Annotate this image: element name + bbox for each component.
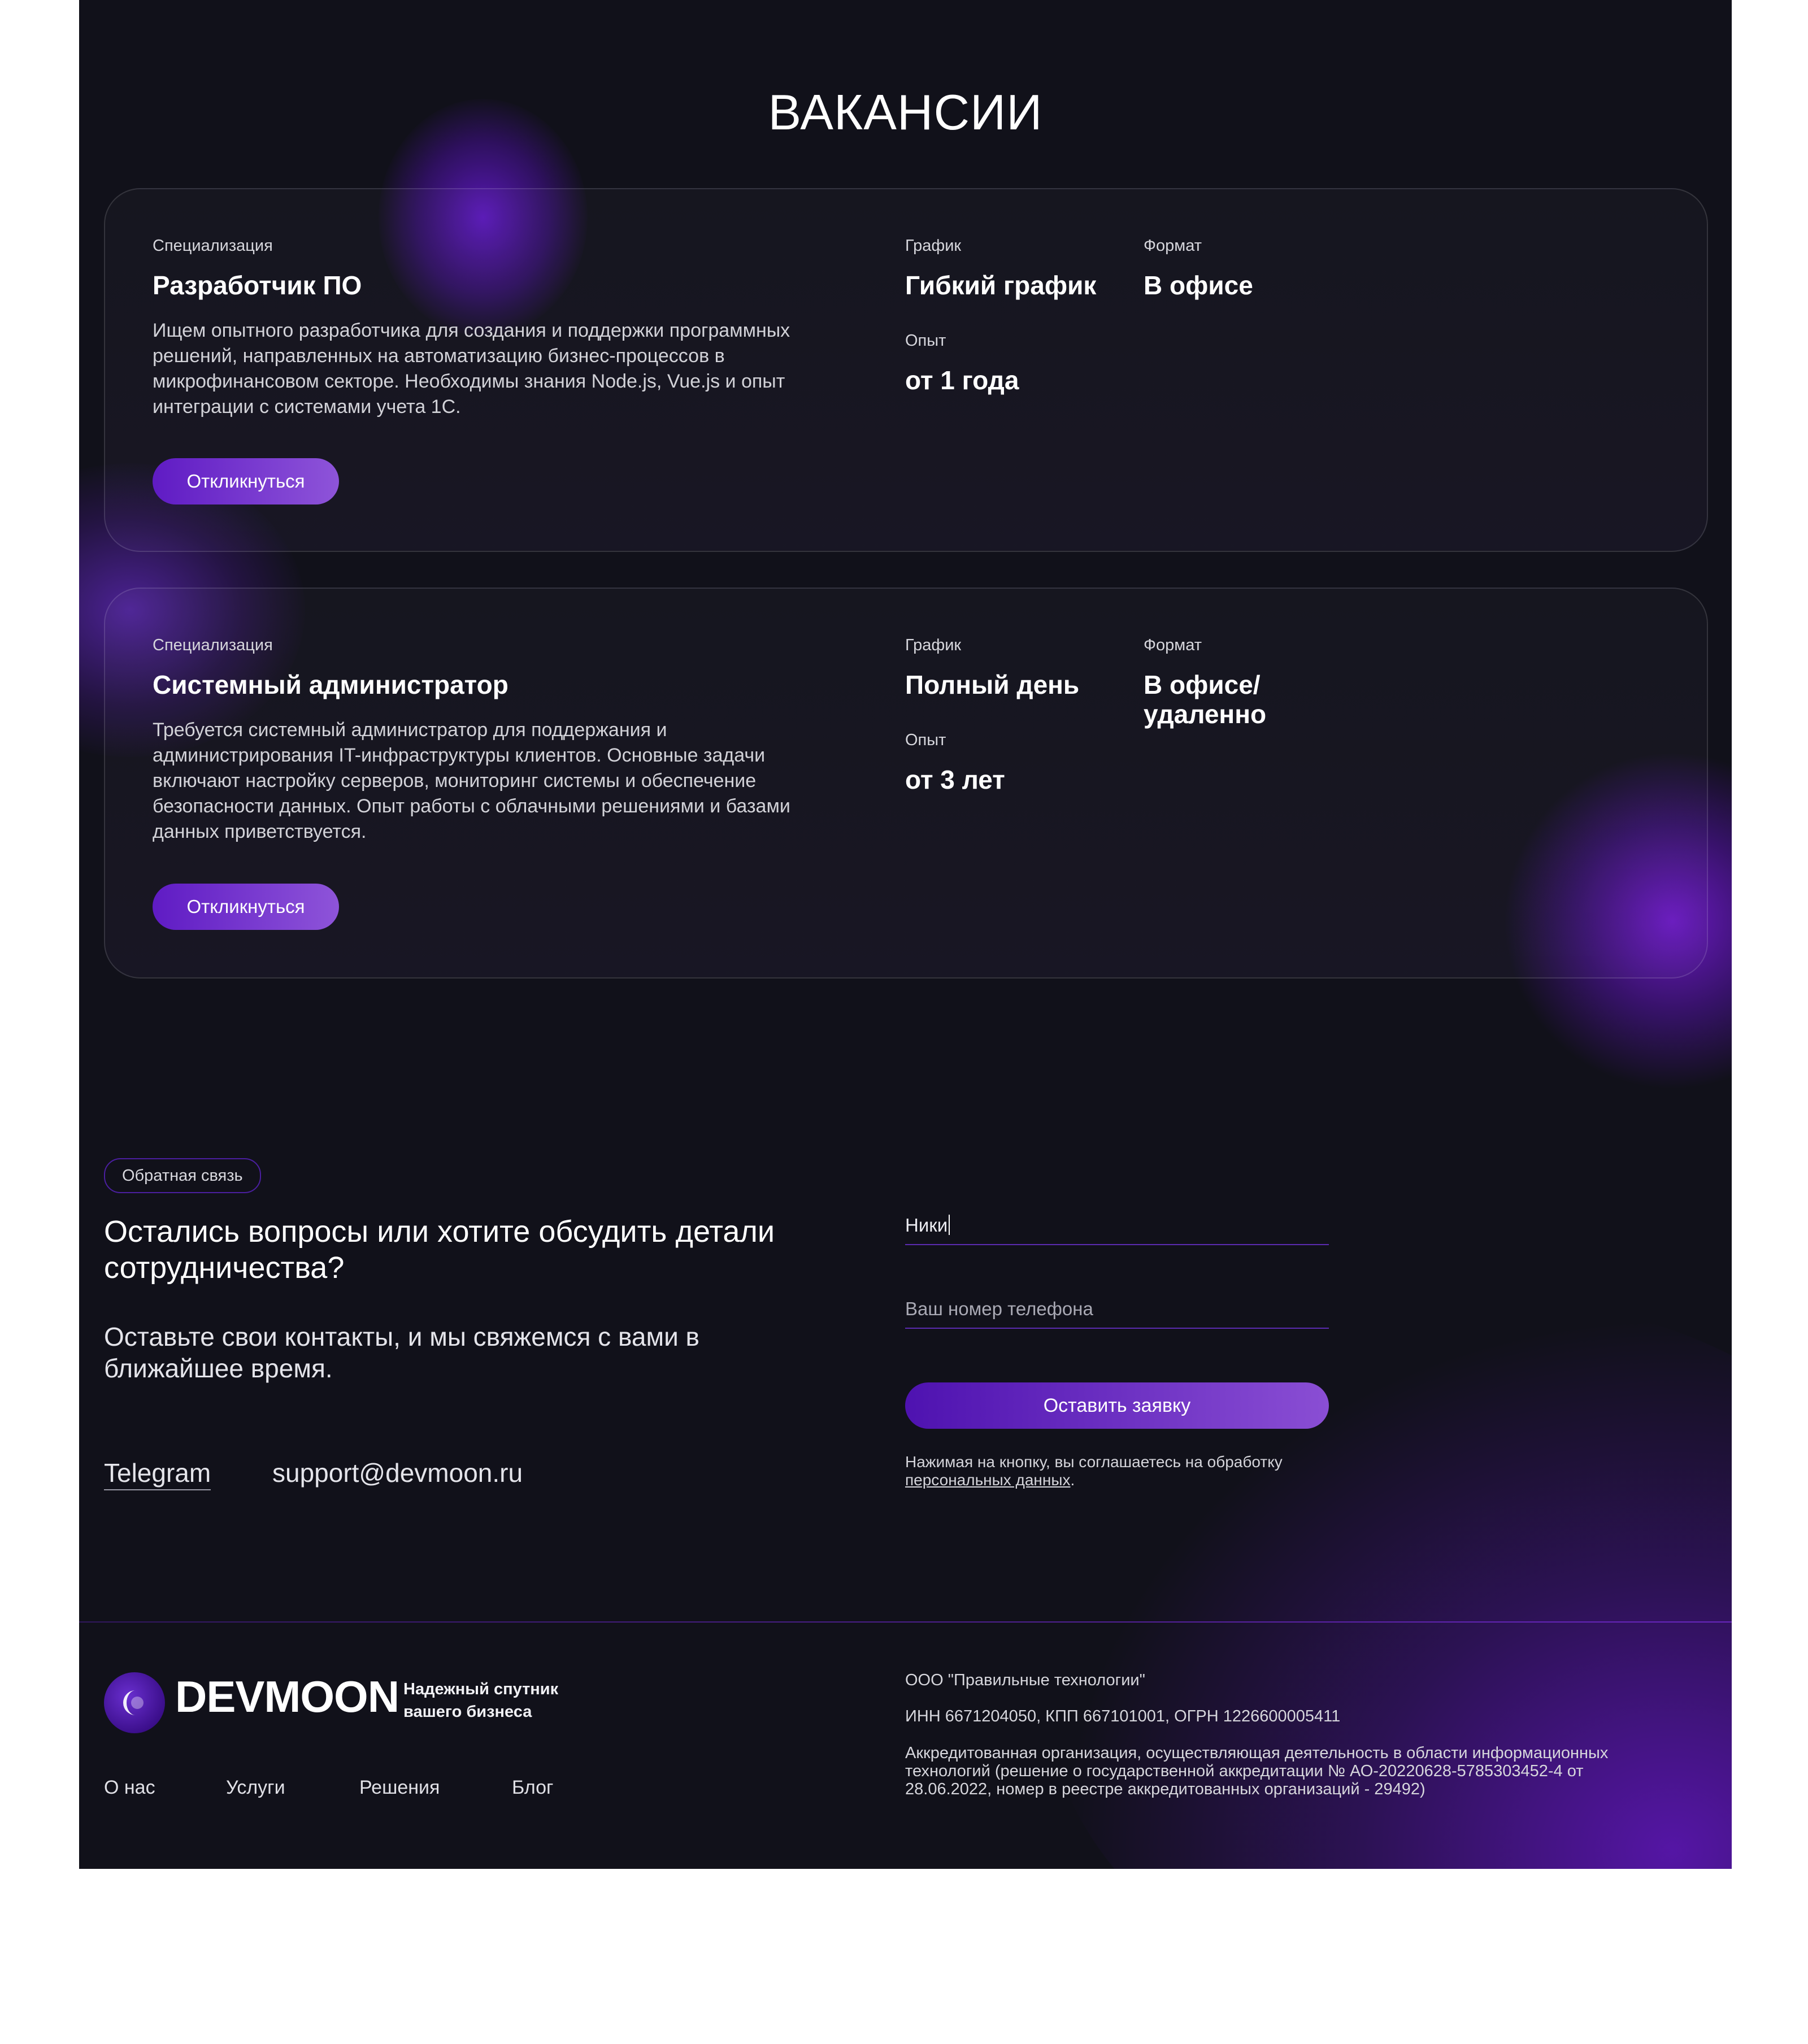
experience-value: от 1 года	[905, 366, 1019, 395]
feedback-heading: Остались вопросы или хотите обсудить дет…	[104, 1215, 775, 1285]
schedule-value: Полный день	[905, 670, 1080, 699]
specialization-value: Системный администратор	[153, 670, 508, 699]
footer-nav-solutions[interactable]: Решения	[359, 1777, 440, 1799]
name-input[interactable]: Ники	[905, 1215, 1329, 1245]
vacancy-description: Требуется системный администратор для по…	[153, 719, 790, 842]
text-caret	[949, 1215, 950, 1235]
specialization-label: Специализация	[153, 636, 273, 654]
format-label: Формат	[1144, 237, 1202, 255]
schedule-label: График	[905, 237, 962, 255]
footer-nav-services[interactable]: Услуги	[226, 1777, 285, 1799]
vacancy-description: Ищем опытного разработчика для создания …	[153, 320, 790, 418]
vacancy-card: Специализация Системный администратор Тр…	[104, 588, 1708, 978]
email-link[interactable]: support@devmoon.ru	[272, 1458, 523, 1488]
company-requisites: ИНН 6671204050, КПП 667101001, ОГРН 1226…	[905, 1707, 1341, 1725]
format-label: Формат	[1144, 636, 1202, 654]
format-value: В офисе/ удаленно	[1144, 670, 1267, 729]
footer-divider	[79, 1621, 1732, 1623]
feedback-badge: Обратная связь	[104, 1158, 261, 1193]
footer-nav-about[interactable]: О нас	[104, 1777, 155, 1799]
telegram-link[interactable]: Telegram	[104, 1458, 211, 1490]
consent-text-body: Нажимая на кнопку, вы соглашаетесь на об…	[905, 1453, 1283, 1471]
schedule-label: График	[905, 636, 962, 654]
experience-label: Опыт	[905, 731, 946, 749]
page: ВАКАНСИИ Специализация Разработчик ПО Ищ…	[79, 0, 1732, 1869]
specialization-label: Специализация	[153, 237, 273, 255]
schedule-value: Гибкий график	[905, 271, 1097, 300]
phone-input-placeholder: Ваш номер телефона	[905, 1298, 1093, 1319]
apply-button[interactable]: Откликнуться	[153, 458, 339, 505]
experience-value: от 3 лет	[905, 765, 1005, 794]
company-name: ООО "Правильные технологии"	[905, 1671, 1145, 1689]
personal-data-link[interactable]: персональных данных	[905, 1471, 1070, 1489]
footer-nav-blog[interactable]: Блог	[512, 1777, 553, 1799]
tagline: Надежный спутник вашего бизнеса	[403, 1680, 559, 1721]
moon-icon	[123, 1690, 144, 1715]
specialization-value: Разработчик ПО	[153, 271, 362, 300]
phone-input[interactable]: Ваш номер телефона	[905, 1298, 1329, 1329]
consent-text-end: .	[1070, 1471, 1075, 1489]
feedback-subheading: Оставьте свои контакты, и мы свяжемся с …	[104, 1322, 699, 1383]
vacancy-card: Специализация Разработчик ПО Ищем опытно…	[104, 188, 1708, 552]
accreditation-note: Аккредитованная организация, осуществляю…	[905, 1744, 1609, 1798]
experience-label: Опыт	[905, 332, 946, 350]
apply-button[interactable]: Откликнуться	[153, 884, 339, 930]
logo-wordmark: DEVMOON	[175, 1672, 399, 1721]
format-value: В офисе	[1144, 271, 1253, 300]
name-input-value: Ники	[905, 1215, 948, 1236]
logo[interactable]	[104, 1672, 165, 1733]
consent-text: Нажимая на кнопку, вы соглашаетесь на об…	[905, 1453, 1368, 1489]
vacancies-title: ВАКАНСИИ	[768, 84, 1043, 140]
submit-button[interactable]: Оставить заявку	[905, 1382, 1329, 1429]
